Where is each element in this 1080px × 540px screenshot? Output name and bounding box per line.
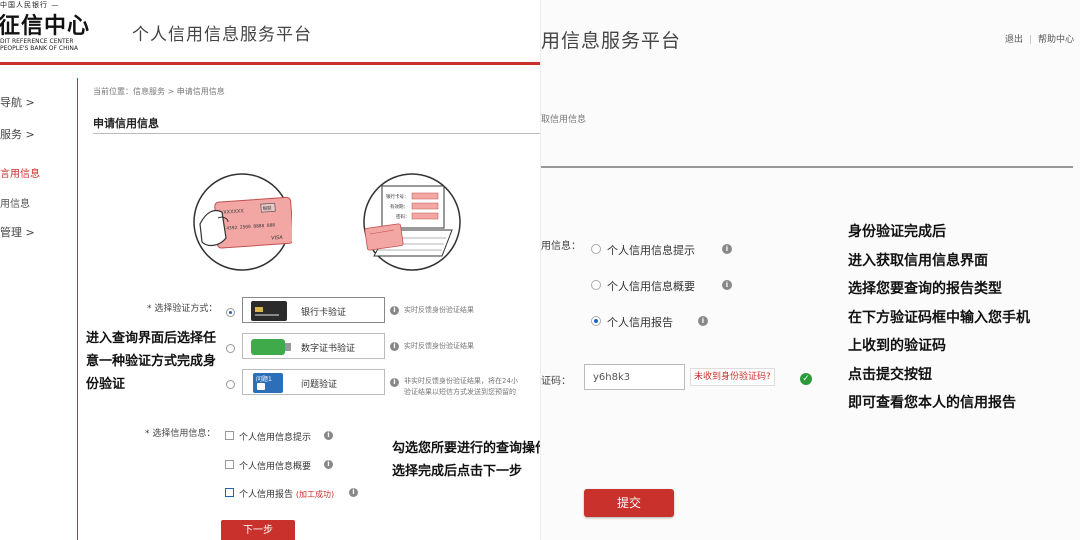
- instruction-line-1: 身份验证完成后: [848, 224, 946, 240]
- info-icon[interactable]: i: [722, 280, 732, 290]
- top-links-separator: |: [1028, 35, 1032, 45]
- top-links: 退出 | 帮助中心: [1005, 32, 1074, 45]
- bank-card-option[interactable]: 银行卡验证: [242, 297, 385, 323]
- credit-info-summary-label: 个人信用信息概要: [239, 462, 312, 472]
- bank-card-icon: [251, 301, 287, 321]
- credit-report-option: 个人信用报告: [607, 316, 673, 329]
- left-screenshot-panel: 中国人民银行 — 征信中心 DIT REFERENCE CENTER PEOPL…: [0, 0, 540, 540]
- credit-center-logo[interactable]: 中国人民银行 — 征信中心 DIT REFERENCE CENTER PEOPL…: [0, 0, 92, 55]
- form-field-label-1: 银行卡号：: [386, 193, 409, 200]
- credit-info-summary-option: 个人信用信息概要: [607, 280, 695, 293]
- instructions-annotation: 身份验证完成后 进入获取信用信息界面 选择您要查询的报告类型 在下方验证码框中输…: [848, 218, 1030, 418]
- info-icon[interactable]: i: [390, 306, 399, 315]
- info-icon[interactable]: i: [390, 378, 399, 387]
- credit-info-hint-label: 个人信用信息提示: [239, 433, 312, 443]
- credit-report-status: (加工成功): [295, 490, 335, 499]
- info-icon[interactable]: i: [349, 488, 358, 497]
- question-radio[interactable]: [226, 380, 235, 389]
- question-hint-line-1: 非实时反馈身份验证结果，将在24小: [404, 377, 518, 385]
- instruction-line-7: 即可查看您本人的信用报告: [848, 395, 1016, 411]
- info-icon[interactable]: i: [324, 460, 333, 469]
- instruction-line-2: 进入获取信用信息界面: [848, 252, 988, 269]
- sidebar-item-service[interactable]: 服务 >: [0, 126, 35, 142]
- header-divider: [0, 62, 540, 65]
- digital-cert-option[interactable]: 数字证书验证: [242, 333, 385, 359]
- question-hint: 非实时反馈身份验证结果，将在24小 验证结果以短信方式发送到您预留的: [404, 376, 518, 398]
- question-option[interactable]: 问题1 问题验证: [242, 369, 385, 395]
- question-icon-text: 问题1: [256, 376, 272, 383]
- help-center-link[interactable]: 帮助中心: [1038, 35, 1074, 45]
- info-icon[interactable]: i: [324, 431, 333, 440]
- info-icon[interactable]: i: [722, 244, 732, 254]
- instruction-line-3: 选择您要查询的报告类型: [848, 281, 1002, 297]
- bank-card-option-label: 银行卡验证: [301, 308, 347, 318]
- logout-link[interactable]: 退出: [1005, 35, 1023, 45]
- section-divider: [93, 133, 540, 134]
- credit-info-hint-checkbox[interactable]: [225, 431, 234, 440]
- info-icon[interactable]: i: [390, 342, 399, 351]
- select-annotation: 勾选您所要进行的查询操作 选择完成后点击下一步: [392, 437, 540, 483]
- verify-annotation: 进入查询界面后选择任 意一种验证方式完成身 份验证: [86, 327, 216, 396]
- instruction-line-4: 在下方验证码框中输入您手机: [848, 309, 1030, 326]
- verify-annotation-line-3: 份验证: [86, 377, 126, 392]
- digital-cert-radio[interactable]: [226, 344, 235, 353]
- credit-info-type-label: * 选择信用信息：: [145, 429, 216, 439]
- credit-report-label-text: 个人信用报告: [239, 490, 294, 500]
- credit-report-label: 个人信用报告 (加工成功): [239, 487, 334, 500]
- verify-annotation-line-1: 进入查询界面后选择任: [86, 331, 217, 346]
- digital-cert-option-label: 数字证书验证: [301, 344, 356, 354]
- sidebar-item-apply-credit-info[interactable]: 言用信息: [0, 165, 40, 180]
- verification-code-label: 证码：: [541, 376, 571, 387]
- check-success-icon: ✓: [800, 373, 812, 385]
- sidebar-item-manage[interactable]: 管理 >: [0, 224, 35, 240]
- site-title: 个人信用信息服务平台: [132, 25, 312, 45]
- submit-button[interactable]: 提交: [584, 489, 674, 517]
- credit-report-checkbox[interactable]: [225, 488, 234, 497]
- verify-method-label: * 选择验证方式：: [147, 304, 218, 314]
- bank-card-hint: 实时反馈身份验证结果: [404, 306, 474, 314]
- credit-report-radio[interactable]: [591, 316, 601, 326]
- site-title: 用信息服务平台: [541, 30, 682, 52]
- credit-info-hint-option: 个人信用信息提示: [607, 244, 695, 257]
- form-field-label-2: 有效期：: [390, 203, 408, 210]
- sidebar-item-nav[interactable]: 导航 >: [0, 94, 35, 110]
- logo-english-text: DIT REFERENCE CENTER PEOPLE'S BANK OF CH…: [0, 38, 78, 52]
- bank-card-radio[interactable]: [226, 308, 235, 317]
- logo-english-line-1: DIT REFERENCE CENTER: [0, 38, 74, 45]
- laptop-form-illustration: 银行卡号： 有效期： 密码：: [363, 173, 461, 271]
- breadcrumb: 取信用信息: [541, 115, 587, 125]
- credit-info-label: 用信息：: [541, 241, 581, 252]
- digital-certificate-icon: [251, 339, 291, 355]
- verification-code-input[interactable]: [584, 364, 685, 390]
- select-annotation-line-1: 勾选您所要进行的查询操作: [392, 441, 540, 456]
- credit-info-summary-radio[interactable]: [591, 280, 601, 290]
- bank-card-illustration: XXXXXX 银联 4392 2500 8888 888 VISA: [193, 173, 292, 271]
- credit-info-summary-checkbox[interactable]: [225, 460, 234, 469]
- credit-info-hint-radio[interactable]: [591, 244, 601, 254]
- logo-chinese-text: 征信中心: [0, 13, 91, 39]
- verify-annotation-line-2: 意一种验证方式完成身: [86, 354, 217, 369]
- form-field-label-3: 密码：: [396, 213, 410, 220]
- question-hint-line-2: 验证结果以短信方式发送到您预留的: [404, 388, 516, 396]
- breadcrumb: 当前位置：信息服务 > 申请信用信息: [93, 87, 225, 96]
- card-brand: VISA: [271, 235, 283, 242]
- info-icon[interactable]: i: [698, 316, 708, 326]
- digital-cert-hint: 实时反馈身份验证结果: [404, 342, 474, 350]
- question-icon: 问题1: [253, 373, 283, 393]
- select-annotation-line-2: 选择完成后点击下一步: [392, 464, 523, 479]
- question-option-label: 问题验证: [301, 380, 338, 390]
- no-code-received-link[interactable]: 未收到身份验证码?: [690, 368, 775, 386]
- logo-english-line-2: PEOPLE'S BANK OF CHINA: [0, 45, 78, 52]
- instruction-line-5: 上收到的验证码: [848, 338, 946, 354]
- section-title: 申请信用信息: [93, 117, 159, 130]
- sidebar-item-get-credit-info[interactable]: 用信息: [0, 195, 30, 210]
- sidebar: 导航 > 服务 > 言用信息 用信息 管理 >: [0, 78, 78, 540]
- section-divider: [541, 166, 1073, 168]
- next-step-button[interactable]: 下一步: [221, 520, 295, 540]
- instruction-line-6: 点击提交按钮: [848, 366, 932, 383]
